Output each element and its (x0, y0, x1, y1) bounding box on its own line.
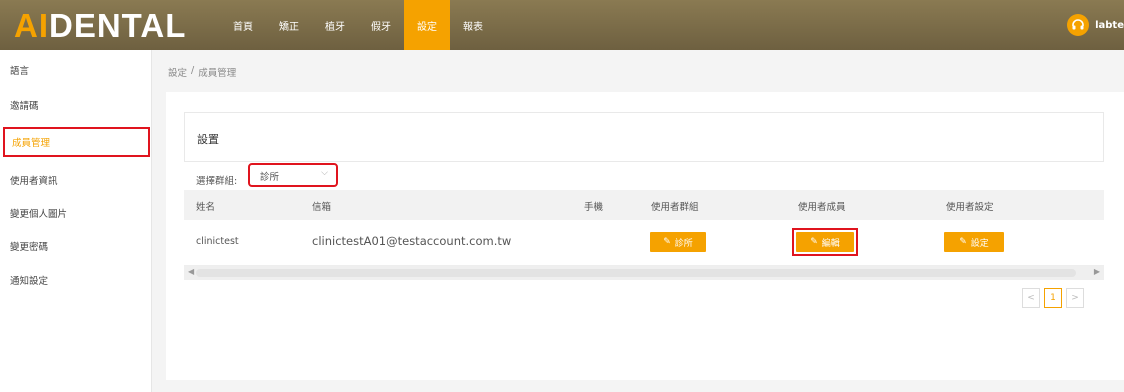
sidebar-item-change-password[interactable]: 變更密碼 (0, 231, 152, 261)
user-group-button[interactable]: ✎ 診所 (650, 232, 706, 252)
app-logo[interactable]: AI DENTAL (14, 6, 186, 44)
column-header-phone: 手機 (584, 202, 604, 213)
main-content: 設置 選擇群組: 診所 ⌵ 姓名 信箱 手機 使用者群組 使用者成員 使用者設定… (166, 92, 1124, 380)
nav-home[interactable]: 首頁 (220, 0, 266, 50)
pagination-next-button[interactable]: > (1066, 288, 1084, 308)
breadcrumb-parent[interactable]: 設定 (168, 65, 187, 79)
user-member-edit-button[interactable]: ✎ 編輯 (796, 232, 854, 252)
settings-card: 設置 (184, 112, 1104, 162)
pagination-page-1[interactable]: 1 (1044, 288, 1062, 308)
user-member-edit-button-label: 編輯 (821, 238, 840, 249)
sidebar-item-user-info[interactable]: 使用者資訊 (0, 165, 152, 195)
pagination-prev-button[interactable]: < (1022, 288, 1040, 308)
nav-orthodontics[interactable]: 矯正 (266, 0, 312, 50)
group-filter-label: 選擇群組: (196, 176, 238, 187)
chevron-down-icon: ⌵ (321, 168, 328, 178)
headset-icon (1067, 14, 1090, 36)
breadcrumb-separator: / (191, 65, 195, 76)
column-header-name: 姓名 (196, 202, 216, 213)
user-menu[interactable]: labte (1067, 0, 1124, 50)
pagination: < 1 > (1018, 288, 1084, 308)
column-header-user-member: 使用者成員 (798, 202, 846, 213)
sidebar-item-member-management[interactable]: 成員管理 (3, 127, 150, 157)
main-nav: 首頁 矯正 植牙 假牙 設定 報表 (220, 0, 496, 50)
table-header: 姓名 信箱 手機 使用者群組 使用者成員 使用者設定 (184, 190, 1104, 220)
scrollbar-thumb[interactable] (196, 269, 1076, 277)
table-row: clinictest clinictestA01@testaccount.com… (184, 220, 1104, 266)
nav-implant[interactable]: 植牙 (312, 0, 358, 50)
settings-sidebar: 語言 邀請碼 成員管理 使用者資訊 變更個人圖片 變更密碼 通知設定 (0, 50, 152, 392)
nav-reports[interactable]: 報表 (450, 0, 496, 50)
logo-text-dental: DENTAL (49, 6, 187, 44)
user-settings-button[interactable]: ✎ 設定 (944, 232, 1004, 252)
user-name: labte (1095, 19, 1124, 31)
group-select[interactable]: 診所 ⌵ (248, 163, 338, 187)
nav-settings[interactable]: 設定 (404, 0, 450, 50)
cell-name: clinictest (196, 236, 239, 247)
breadcrumb: 設定 / 成員管理 (168, 65, 240, 79)
edit-pen-icon: ✎ (959, 237, 967, 247)
user-group-button-label: 診所 (674, 238, 693, 249)
card-title: 設置 (197, 133, 219, 146)
cell-email: clinictestA01@testaccount.com.tw (312, 234, 512, 248)
top-navigation-bar: AI DENTAL 首頁 矯正 植牙 假牙 設定 報表 labte (0, 0, 1124, 50)
horizontal-scrollbar[interactable]: ◀ ▶ (184, 266, 1104, 280)
edit-pen-icon: ✎ (810, 237, 818, 247)
logo-text-ai: AI (14, 6, 49, 44)
sidebar-item-notification-settings[interactable]: 通知設定 (0, 265, 152, 295)
sidebar-item-change-avatar[interactable]: 變更個人圖片 (0, 198, 152, 228)
edit-pen-icon: ✎ (663, 237, 671, 247)
column-header-user-group: 使用者群組 (651, 202, 699, 213)
group-select-value: 診所 (260, 172, 280, 183)
column-header-user-settings: 使用者設定 (946, 202, 994, 213)
members-table: 姓名 信箱 手機 使用者群組 使用者成員 使用者設定 clinictest cl… (184, 190, 1104, 280)
column-header-email: 信箱 (312, 202, 332, 213)
scroll-right-icon[interactable]: ▶ (1094, 267, 1100, 276)
scroll-left-icon[interactable]: ◀ (188, 267, 194, 276)
sidebar-item-language[interactable]: 語言 (0, 55, 152, 85)
user-settings-button-label: 設定 (970, 238, 989, 249)
breadcrumb-current: 成員管理 (198, 68, 237, 79)
sidebar-item-invite-code[interactable]: 邀請碼 (0, 90, 152, 120)
nav-denture[interactable]: 假牙 (358, 0, 404, 50)
